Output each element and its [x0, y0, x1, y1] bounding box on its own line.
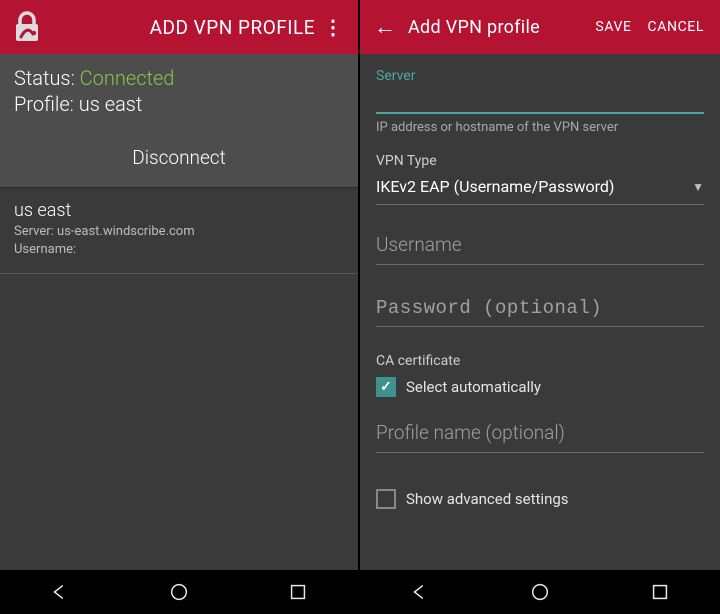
appbar-right: ← Add VPN profile SAVE CANCEL [360, 0, 720, 54]
nav-bar-right [360, 570, 720, 614]
status-label: Status: [14, 66, 75, 90]
nav-recent-icon[interactable] [287, 581, 309, 603]
nav-bar-left [0, 570, 358, 614]
profile-list-item[interactable]: us east Server: us-east.windscribe.com U… [0, 188, 358, 274]
add-profile-screen: ← Add VPN profile SAVE CANCEL Server IP … [360, 0, 720, 614]
chevron-down-icon: ▼ [692, 180, 704, 194]
profile-name-input[interactable] [376, 417, 704, 453]
server-field-label: Server [376, 68, 704, 84]
disconnect-button[interactable]: Disconnect [14, 130, 344, 187]
username-input[interactable] [376, 229, 704, 265]
app-logo-lock-icon [8, 8, 46, 46]
server-value: us-east.windscribe.com [57, 224, 195, 239]
status-value: Connected [80, 66, 175, 90]
nav-back-icon[interactable] [49, 581, 71, 603]
overflow-menu-icon[interactable]: ⋮ [315, 15, 350, 39]
back-arrow-icon[interactable]: ← [368, 14, 408, 40]
nav-back-icon[interactable] [409, 581, 431, 603]
appbar-left: ADD VPN PROFILE ⋮ [0, 0, 358, 54]
vpntype-value: IKEv2 EAP (Username/Password) [376, 177, 615, 196]
password-input[interactable] [376, 291, 704, 327]
profile-form: Server IP address or hostname of the VPN… [360, 54, 720, 570]
server-hint: IP address or hostname of the VPN server [376, 120, 704, 135]
profile-item-name: us east [14, 200, 344, 221]
nav-recent-icon[interactable] [649, 581, 671, 603]
profile-label: Profile: [14, 92, 74, 116]
ca-cert-label: CA certificate [376, 353, 704, 369]
server-label: Server: [14, 224, 54, 239]
status-panel: Status: Connected Profile: us east Disco… [0, 54, 358, 188]
vpntype-label: VPN Type [376, 153, 704, 169]
profile-value: us east [79, 92, 143, 116]
appbar-title[interactable]: ADD VPN PROFILE [150, 16, 315, 39]
ca-auto-checkbox[interactable]: ✓ [376, 377, 396, 397]
save-button[interactable]: SAVE [587, 19, 639, 35]
show-advanced-label: Show advanced settings [406, 490, 569, 508]
show-advanced-checkbox[interactable] [376, 489, 396, 509]
nav-home-icon[interactable] [168, 581, 190, 603]
server-input[interactable] [376, 90, 704, 114]
nav-home-icon[interactable] [529, 581, 551, 603]
vpntype-select[interactable]: IKEv2 EAP (Username/Password) ▼ [376, 177, 704, 205]
appbar-title: Add VPN profile [408, 17, 540, 38]
username-label: Username: [14, 242, 76, 257]
cancel-button[interactable]: CANCEL [640, 19, 712, 35]
ca-auto-label: Select automatically [406, 378, 541, 396]
main-screen: ADD VPN PROFILE ⋮ Status: Connected Prof… [0, 0, 360, 614]
